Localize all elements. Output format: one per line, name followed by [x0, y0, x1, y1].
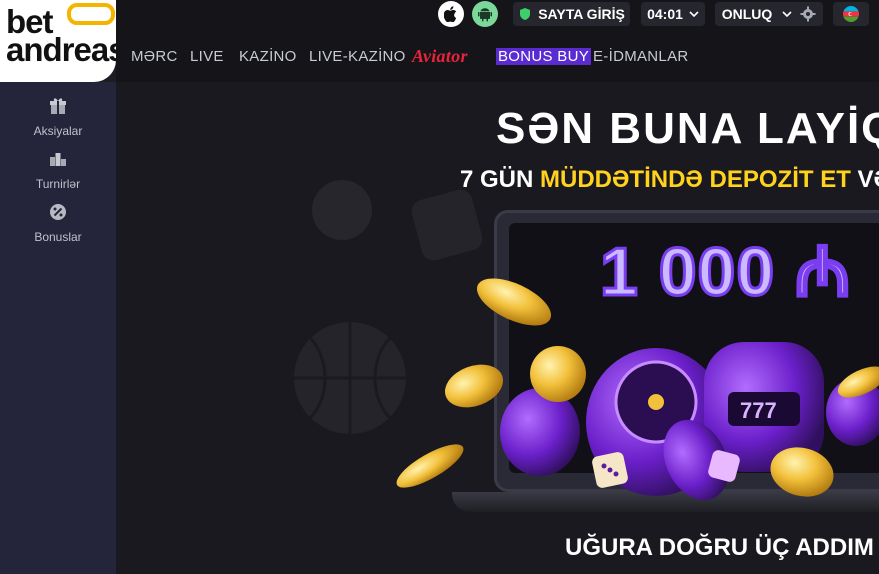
chevron-down-icon: [689, 11, 699, 17]
main-nav: MƏRC LIVE KAZİNO LIVE-KAZİNO Aviator BON…: [116, 28, 879, 82]
login-button[interactable]: SAYTA GİRİŞ: [513, 2, 630, 26]
banner-subheadline: 7 GÜN MÜDDƏTİNDƏ DEPOZİT ET VƏ: [460, 166, 879, 193]
azerbaijan-flag-icon: [843, 6, 859, 22]
android-icon: [478, 8, 492, 22]
gold-coin-icon: [444, 364, 504, 408]
casino-illustration: 777: [396, 278, 879, 501]
nav-item-bonus-buy[interactable]: BONUS BUY: [496, 48, 592, 65]
apple-app-button[interactable]: [438, 1, 464, 27]
nav-item-esports[interactable]: E-İDMANLAR: [593, 48, 689, 65]
nav-item-aviator[interactable]: Aviator: [412, 46, 468, 67]
odds-format-select[interactable]: ONLUQ: [715, 2, 823, 26]
nav-item-bets[interactable]: MƏRC: [131, 48, 178, 65]
sidebar-item-bonuses[interactable]: Bonuslar: [0, 202, 116, 244]
chevron-down-icon: [782, 11, 792, 17]
sidebar-item-label: Turnirlər: [35, 177, 81, 191]
language-select[interactable]: [833, 2, 869, 26]
login-label: SAYTA GİRİŞ: [538, 6, 625, 22]
gear-icon[interactable]: [800, 6, 816, 22]
svg-text:777: 777: [740, 398, 777, 423]
odds-format-label: ONLUQ: [721, 6, 773, 22]
gold-coin-icon: [396, 444, 464, 488]
logo-text: bet andreas: [6, 3, 127, 68]
gift-icon: [50, 98, 66, 114]
top-bar: SAYTA GİRİŞ 04:01 ONLUQ: [0, 0, 879, 28]
clock-time: 04:01: [647, 6, 683, 22]
gold-coin-icon: [476, 278, 552, 326]
sidebar: Aksiyalar Turnirlər Bonuslar: [0, 82, 116, 574]
android-app-button[interactable]: [472, 1, 498, 27]
nav-item-live[interactable]: LIVE: [190, 48, 224, 65]
nav-item-casino[interactable]: KAZİNO: [239, 48, 297, 65]
brand-logo[interactable]: bet andreas: [0, 0, 127, 82]
promo-banner[interactable]: 777 1 000 ₼ SƏN BUNA LAYİQSƏ 7 GÜN MÜDDƏ…: [116, 82, 879, 574]
sidebar-item-label: Bonuslar: [34, 230, 82, 244]
nav-item-live-casino[interactable]: LIVE-KAZİNO: [309, 48, 406, 65]
sidebar-item-label: Aksiyalar: [33, 124, 83, 138]
sidebar-item-promotions[interactable]: Aksiyalar: [0, 96, 116, 138]
football-icon: [500, 388, 580, 476]
bonus-amount: 1 000 ₼: [598, 233, 852, 312]
shield-icon: [520, 8, 531, 20]
steps-title: UĞURA DOĞRU ÜÇ ADDIM: [565, 534, 874, 561]
bonus-icon: [50, 204, 66, 220]
time-select[interactable]: 04:01: [641, 2, 705, 26]
gold-coin-icon: [530, 346, 586, 402]
podium-icon: [50, 153, 66, 166]
sidebar-item-tournaments[interactable]: Turnirlər: [0, 149, 116, 191]
banner-headline: SƏN BUNA LAYİQSƏ: [496, 104, 879, 153]
apple-icon: [444, 6, 457, 22]
